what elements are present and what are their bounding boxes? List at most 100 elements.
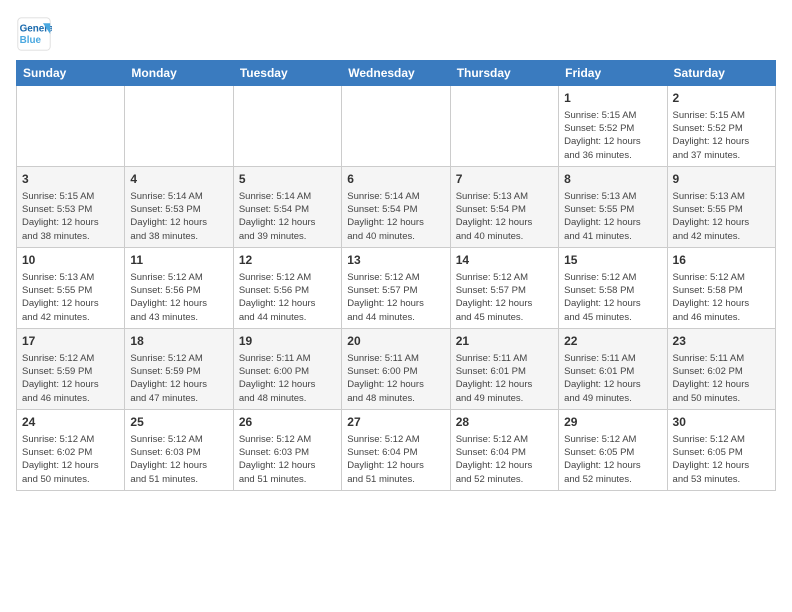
day-number: 10 [22, 252, 119, 269]
day-info: Sunrise: 5:12 AM Sunset: 6:04 PM Dayligh… [347, 433, 444, 486]
day-number: 1 [564, 90, 661, 107]
week-row-2: 3 Sunrise: 5:15 AM Sunset: 5:53 PM Daylig… [17, 166, 776, 247]
day-cell: 29Sunrise: 5:12 AM Sunset: 6:05 PM Dayli… [559, 409, 667, 490]
day-cell: 12 Sunrise: 5:12 AM Sunset: 5:56 PM Dayli… [233, 247, 341, 328]
day-info: Sunrise: 5:13 AM Sunset: 5:55 PM Dayligh… [22, 271, 119, 324]
day-cell: 16Sunrise: 5:12 AM Sunset: 5:58 PM Dayli… [667, 247, 775, 328]
day-cell: 26 Sunrise: 5:12 AM Sunset: 6:03 PM Dayli… [233, 409, 341, 490]
day-cell [342, 86, 450, 167]
day-cell [125, 86, 233, 167]
header-cell-friday: Friday [559, 61, 667, 86]
day-info: Sunrise: 5:12 AM Sunset: 5:58 PM Dayligh… [673, 271, 770, 324]
day-cell: 9 Sunrise: 5:13 AM Sunset: 5:55 PM Daylig… [667, 166, 775, 247]
day-info: Sunrise: 5:11 AM Sunset: 6:00 PM Dayligh… [239, 352, 336, 405]
svg-text:Blue: Blue [20, 35, 42, 46]
day-info: Sunrise: 5:11 AM Sunset: 6:01 PM Dayligh… [564, 352, 661, 405]
day-cell: 6 Sunrise: 5:14 AM Sunset: 5:54 PM Daylig… [342, 166, 450, 247]
day-number: 4 [130, 171, 227, 188]
day-info: Sunrise: 5:13 AM Sunset: 5:55 PM Dayligh… [673, 190, 770, 243]
header-cell-tuesday: Tuesday [233, 61, 341, 86]
day-info: Sunrise: 5:14 AM Sunset: 5:54 PM Dayligh… [347, 190, 444, 243]
day-number: 6 [347, 171, 444, 188]
day-number: 26 [239, 414, 336, 431]
day-number: 12 [239, 252, 336, 269]
day-cell: 19 Sunrise: 5:11 AM Sunset: 6:00 PM Dayli… [233, 328, 341, 409]
day-number: 8 [564, 171, 661, 188]
day-info: Sunrise: 5:12 AM Sunset: 5:59 PM Dayligh… [130, 352, 227, 405]
day-cell: 27 Sunrise: 5:12 AM Sunset: 6:04 PM Dayli… [342, 409, 450, 490]
day-cell: 3 Sunrise: 5:15 AM Sunset: 5:53 PM Daylig… [17, 166, 125, 247]
day-info: Sunrise: 5:12 AM Sunset: 5:56 PM Dayligh… [130, 271, 227, 324]
logo: General Blue [16, 16, 52, 52]
day-number: 20 [347, 333, 444, 350]
day-cell: 24 Sunrise: 5:12 AM Sunset: 6:02 PM Dayli… [17, 409, 125, 490]
day-cell: 21Sunrise: 5:11 AM Sunset: 6:01 PM Dayli… [450, 328, 558, 409]
day-number: 19 [239, 333, 336, 350]
day-info: Sunrise: 5:14 AM Sunset: 5:53 PM Dayligh… [130, 190, 227, 243]
day-info: Sunrise: 5:11 AM Sunset: 6:01 PM Dayligh… [456, 352, 553, 405]
logo-icon: General Blue [16, 16, 52, 52]
day-cell: 10 Sunrise: 5:13 AM Sunset: 5:55 PM Dayli… [17, 247, 125, 328]
week-row-3: 10 Sunrise: 5:13 AM Sunset: 5:55 PM Dayli… [17, 247, 776, 328]
day-number: 5 [239, 171, 336, 188]
day-number: 24 [22, 414, 119, 431]
day-cell: 15 Sunrise: 5:12 AM Sunset: 5:58 PM Dayli… [559, 247, 667, 328]
day-cell: 8 Sunrise: 5:13 AM Sunset: 5:55 PM Daylig… [559, 166, 667, 247]
day-cell: 14 Sunrise: 5:12 AM Sunset: 5:57 PM Dayli… [450, 247, 558, 328]
day-info: Sunrise: 5:12 AM Sunset: 5:56 PM Dayligh… [239, 271, 336, 324]
header-cell-wednesday: Wednesday [342, 61, 450, 86]
day-info: Sunrise: 5:14 AM Sunset: 5:54 PM Dayligh… [239, 190, 336, 243]
day-cell [17, 86, 125, 167]
day-number: 22 [564, 333, 661, 350]
day-info: Sunrise: 5:12 AM Sunset: 5:58 PM Dayligh… [564, 271, 661, 324]
day-cell: 18 Sunrise: 5:12 AM Sunset: 5:59 PM Dayli… [125, 328, 233, 409]
day-number: 14 [456, 252, 553, 269]
header-cell-saturday: Saturday [667, 61, 775, 86]
day-cell: 5 Sunrise: 5:14 AM Sunset: 5:54 PM Daylig… [233, 166, 341, 247]
week-row-4: 17 Sunrise: 5:12 AM Sunset: 5:59 PM Dayli… [17, 328, 776, 409]
day-info: Sunrise: 5:12 AM Sunset: 5:59 PM Dayligh… [22, 352, 119, 405]
day-number: 27 [347, 414, 444, 431]
day-info: Sunrise: 5:12 AM Sunset: 5:57 PM Dayligh… [347, 271, 444, 324]
day-info: Sunrise: 5:13 AM Sunset: 5:55 PM Dayligh… [564, 190, 661, 243]
day-number: 30 [673, 414, 770, 431]
day-cell: 13 Sunrise: 5:12 AM Sunset: 5:57 PM Dayli… [342, 247, 450, 328]
page-header: General Blue [16, 16, 776, 52]
day-info: Sunrise: 5:11 AM Sunset: 6:00 PM Dayligh… [347, 352, 444, 405]
day-info: Sunrise: 5:12 AM Sunset: 6:05 PM Dayligh… [673, 433, 770, 486]
day-info: Sunrise: 5:11 AM Sunset: 6:02 PM Dayligh… [673, 352, 770, 405]
day-number: 23 [673, 333, 770, 350]
day-number: 18 [130, 333, 227, 350]
day-number: 13 [347, 252, 444, 269]
day-info: Sunrise: 5:12 AM Sunset: 5:57 PM Dayligh… [456, 271, 553, 324]
day-cell: 28 Sunrise: 5:12 AM Sunset: 6:04 PM Dayli… [450, 409, 558, 490]
day-cell: 11 Sunrise: 5:12 AM Sunset: 5:56 PM Dayli… [125, 247, 233, 328]
day-info: Sunrise: 5:12 AM Sunset: 6:02 PM Dayligh… [22, 433, 119, 486]
day-cell: 25Sunrise: 5:12 AM Sunset: 6:03 PM Dayli… [125, 409, 233, 490]
day-info: Sunrise: 5:15 AM Sunset: 5:53 PM Dayligh… [22, 190, 119, 243]
calendar-table: SundayMondayTuesdayWednesdayThursdayFrid… [16, 60, 776, 491]
day-number: 11 [130, 252, 227, 269]
day-number: 29 [564, 414, 661, 431]
day-cell: 30 Sunrise: 5:12 AM Sunset: 6:05 PM Dayli… [667, 409, 775, 490]
day-number: 15 [564, 252, 661, 269]
header-cell-sunday: Sunday [17, 61, 125, 86]
day-info: Sunrise: 5:12 AM Sunset: 6:03 PM Dayligh… [239, 433, 336, 486]
day-cell [450, 86, 558, 167]
day-cell: 22 Sunrise: 5:11 AM Sunset: 6:01 PM Dayli… [559, 328, 667, 409]
day-number: 2 [673, 90, 770, 107]
day-number: 17 [22, 333, 119, 350]
day-info: Sunrise: 5:15 AM Sunset: 5:52 PM Dayligh… [564, 109, 661, 162]
header-row: SundayMondayTuesdayWednesdayThursdayFrid… [17, 61, 776, 86]
day-info: Sunrise: 5:12 AM Sunset: 6:04 PM Dayligh… [456, 433, 553, 486]
week-row-5: 24 Sunrise: 5:12 AM Sunset: 6:02 PM Dayli… [17, 409, 776, 490]
day-cell: 2 Sunrise: 5:15 AM Sunset: 5:52 PM Daylig… [667, 86, 775, 167]
day-number: 25 [130, 414, 227, 431]
day-number: 3 [22, 171, 119, 188]
day-cell: 17 Sunrise: 5:12 AM Sunset: 5:59 PM Dayli… [17, 328, 125, 409]
day-cell: 7Sunrise: 5:13 AM Sunset: 5:54 PM Daylig… [450, 166, 558, 247]
week-row-1: 1 Sunrise: 5:15 AM Sunset: 5:52 PM Daylig… [17, 86, 776, 167]
day-number: 9 [673, 171, 770, 188]
day-info: Sunrise: 5:15 AM Sunset: 5:52 PM Dayligh… [673, 109, 770, 162]
day-number: 28 [456, 414, 553, 431]
